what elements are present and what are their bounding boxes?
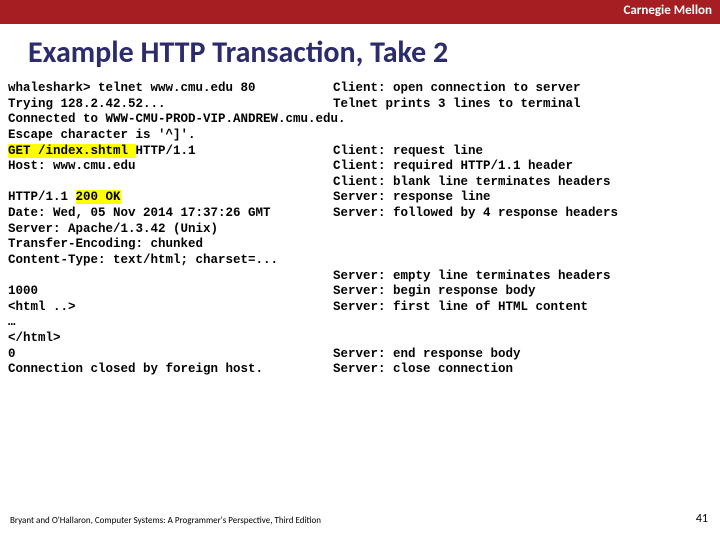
- annotation: Server: close connection: [333, 362, 720, 378]
- term-line: </html>: [8, 331, 333, 347]
- annotation: Telnet prints 3 lines to terminal: [333, 97, 720, 113]
- term-line: Connected to WWW-CMU-PROD-VIP.ANDREW.cmu…: [8, 112, 346, 128]
- annotation: Client: request line: [333, 144, 720, 160]
- annotation: Server: empty line terminates headers: [333, 269, 720, 285]
- term-line: Host: www.cmu.edu: [8, 159, 333, 175]
- term-line: Transfer-Encoding: chunked: [8, 237, 333, 253]
- term-line: 0: [8, 347, 333, 363]
- term-line: HTTP/1.1 200 OK: [8, 190, 333, 206]
- annotation: Client: blank line terminates headers: [333, 175, 720, 191]
- annotation: Server: first line of HTML content: [333, 300, 720, 316]
- code-block: whaleshark> telnet www.cmu.edu 80 Client…: [8, 81, 720, 378]
- term-line: [8, 175, 333, 191]
- term-line: Date: Wed, 05 Nov 2014 17:37:26 GMT: [8, 206, 333, 222]
- term-line: whaleshark> telnet www.cmu.edu 80: [8, 81, 333, 97]
- term-line: GET /index.shtml HTTP/1.1: [8, 144, 333, 160]
- term-line: …: [8, 315, 333, 331]
- term-line: Content-Type: text/html; charset=...: [8, 253, 333, 269]
- annotation: Server: followed by 4 response headers: [333, 206, 720, 222]
- highlight: GET /index.shtml: [8, 144, 136, 158]
- term-line: Trying 128.2.42.52...: [8, 97, 333, 113]
- annotation: Server: response line: [333, 190, 720, 206]
- annotation: Server: end response body: [333, 347, 720, 363]
- term-line: <html ..>: [8, 300, 333, 316]
- page-number: 41: [696, 512, 708, 526]
- slide-title: Example HTTP Transaction, Take 2: [28, 34, 720, 71]
- university-label: Carnegie Mellon: [623, 3, 712, 18]
- footer-citation: Bryant and O'Hallaron, Computer Systems:…: [10, 515, 710, 526]
- term-line: Escape character is '^]'.: [8, 128, 333, 144]
- annotation: Server: begin response body: [333, 284, 720, 300]
- header-bar: Carnegie Mellon: [0, 0, 720, 24]
- annotation: Client: open connection to server: [333, 81, 720, 97]
- term-line: Server: Apache/1.3.42 (Unix): [8, 222, 333, 238]
- highlight: 200 OK: [76, 190, 121, 204]
- term-line: Connection closed by foreign host.: [8, 362, 333, 378]
- term-line: [8, 269, 333, 285]
- term-line: 1000: [8, 284, 333, 300]
- annotation: Client: required HTTP/1.1 header: [333, 159, 720, 175]
